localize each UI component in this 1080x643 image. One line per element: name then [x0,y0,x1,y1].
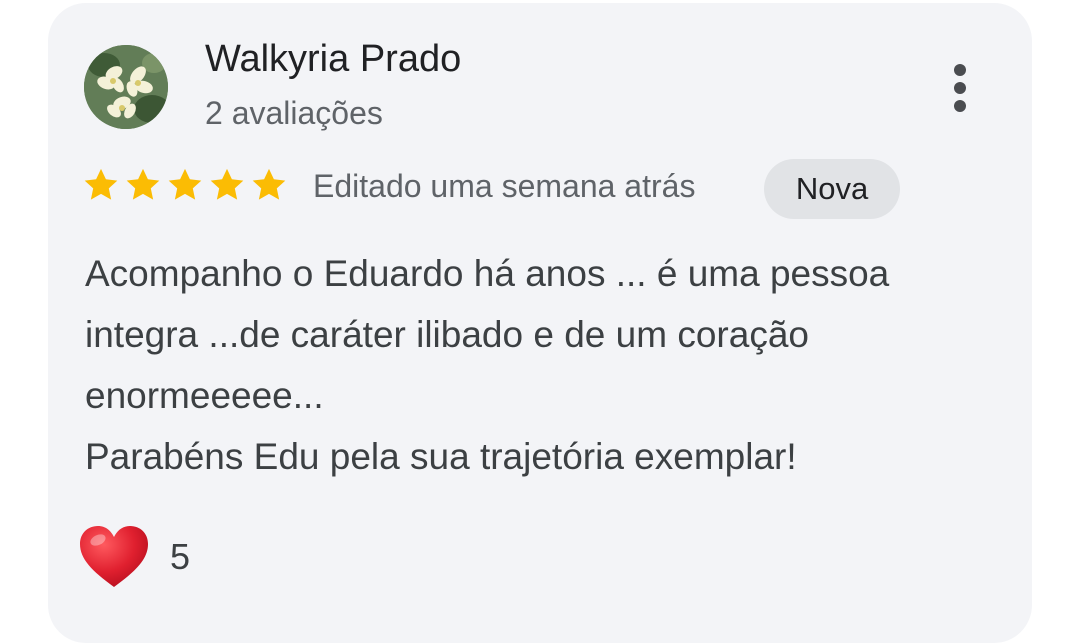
heart-icon [78,525,150,589]
star-icon [208,166,246,206]
star-icon [166,166,204,206]
star-icon [250,166,288,206]
edited-label: Editado uma semana atrás [313,168,696,204]
review-text-line: Acompanho o Eduardo há anos ... é uma pe… [85,253,890,294]
author-reviews-count[interactable]: 2 avaliações [205,95,383,132]
new-badge: Nova [764,159,900,219]
review-text-line: Parabéns Edu pela sua trajetória exempla… [85,436,797,477]
more-options-button[interactable] [930,58,990,118]
avatar[interactable] [84,45,168,129]
reaction-count: 5 [170,536,191,577]
review-text-line: integra ...de caráter ilibado e de um co… [85,314,809,355]
more-vert-icon-dot [954,82,966,94]
reaction-button[interactable]: 5 [78,522,190,592]
star-icon [124,166,162,206]
review-text-line: enormeeeee... [85,375,324,416]
review-text: Acompanho o Eduardo há anos ... é uma pe… [85,243,1015,487]
more-vert-icon [954,64,966,76]
star-icon [82,166,120,206]
author-name[interactable]: Walkyria Prado [205,38,461,81]
star-rating [82,166,288,206]
more-vert-icon-dot [954,100,966,112]
